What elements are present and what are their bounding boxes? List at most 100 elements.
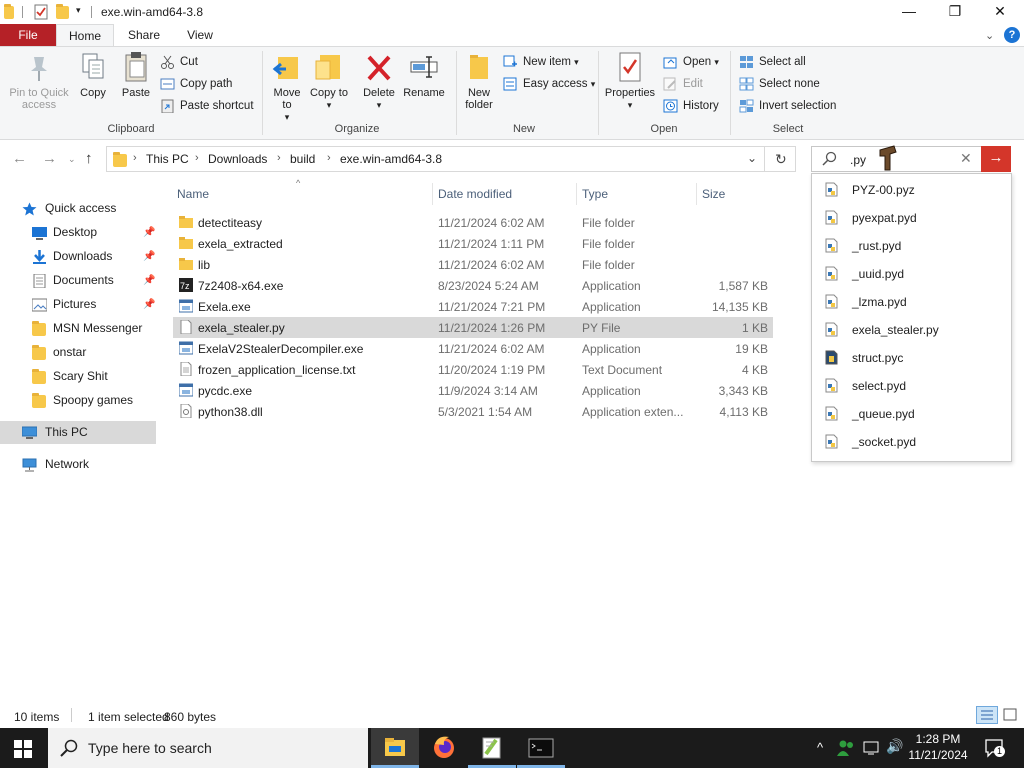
breadcrumb-downloads[interactable]: Downloads — [208, 152, 267, 166]
help-icon[interactable]: ? — [1004, 27, 1020, 43]
search-suggestion-item[interactable]: _socket.pyd — [812, 427, 1011, 455]
clear-search-icon[interactable]: ✕ — [960, 150, 972, 167]
cut-button[interactable]: Cut — [160, 53, 198, 71]
refresh-icon[interactable]: ↻ — [775, 151, 787, 168]
open-button[interactable]: Open ▾ — [663, 53, 719, 71]
breadcrumb-current[interactable]: exe.win-amd64-3.8 — [340, 152, 442, 166]
move-to-button[interactable]: Move to ▾ — [268, 51, 306, 123]
breadcrumb-this-pc[interactable]: This PC — [146, 152, 189, 166]
search-box[interactable]: .py ✕ → — [811, 145, 1011, 172]
close-button[interactable]: ✕ — [977, 0, 1023, 24]
nav-item-scary-shit[interactable]: Scary Shit — [32, 365, 108, 387]
paste-shortcut-button[interactable]: Paste shortcut — [160, 97, 254, 115]
taskbar-terminal[interactable] — [517, 728, 565, 768]
recent-locations-icon[interactable]: ⌄ — [68, 154, 76, 165]
nav-item-msn-messenger[interactable]: MSN Messenger — [32, 317, 142, 339]
delete-button[interactable]: Delete ▾ — [360, 51, 398, 111]
rename-button[interactable]: Rename — [402, 51, 446, 99]
maximize-button[interactable]: ❐ — [932, 0, 978, 24]
copy-path-button[interactable]: Copy path — [160, 75, 232, 93]
nav-quick-access[interactable]: Quick access — [22, 197, 116, 219]
pin-icon[interactable]: 📌 — [143, 275, 155, 286]
forward-icon[interactable]: → — [42, 150, 57, 167]
search-input[interactable]: .py — [850, 153, 866, 167]
taskbar-firefox[interactable] — [420, 728, 468, 768]
tab-view[interactable]: View — [174, 24, 226, 46]
column-header-date[interactable]: Date modified — [438, 187, 512, 201]
collapse-ribbon-icon[interactable]: ⌄ — [985, 29, 994, 42]
edit-button[interactable]: Edit — [663, 75, 703, 93]
pin-icon[interactable]: 📌 — [143, 299, 155, 310]
address-bar[interactable]: › This PC › Downloads › build › exe.win-… — [106, 146, 796, 172]
easy-access-button[interactable]: Easy access ▾ — [503, 75, 595, 93]
breadcrumb-separator-icon[interactable]: › — [133, 152, 137, 164]
pin-quick-access-button[interactable]: Pin to Quick access — [4, 51, 74, 111]
nav-item-pictures[interactable]: Pictures — [31, 293, 96, 315]
nav-item-spoopy-games[interactable]: Spoopy games — [32, 389, 133, 411]
table-row[interactable]: 7z 7z2408-x64.exe 8/23/2024 5:24 AM Applica… — [173, 275, 773, 296]
table-row[interactable]: frozen_application_license.txt 11/20/2024… — [173, 359, 773, 380]
select-none-button[interactable]: Select none — [739, 75, 820, 93]
select-all-button[interactable]: Select all — [739, 53, 806, 71]
search-suggestion-item[interactable]: PYZ-00.pyz — [812, 175, 1011, 203]
taskbar-file-explorer[interactable] — [371, 728, 419, 768]
tab-home[interactable]: Home — [56, 24, 114, 46]
nav-item-onstar[interactable]: onstar — [32, 341, 86, 363]
search-suggestion-item[interactable]: _uuid.pyd — [812, 259, 1011, 287]
nav-network[interactable]: Network — [22, 453, 89, 475]
table-row[interactable]: lib 11/21/2024 6:02 AM File folder — [173, 254, 773, 275]
taskbar-notepadpp[interactable] — [468, 728, 516, 768]
properties-icon[interactable] — [33, 4, 49, 20]
column-header-size[interactable]: Size — [702, 187, 725, 201]
volume-icon[interactable]: 🔊 — [886, 738, 903, 755]
nav-item-desktop[interactable]: Desktop — [32, 221, 97, 243]
customize-toolbar-icon[interactable]: ▾ — [76, 5, 81, 16]
large-icons-view-button[interactable] — [1002, 707, 1020, 726]
table-row[interactable]: python38.dll 5/3/2021 1:54 AM Application … — [173, 401, 773, 422]
start-button[interactable] — [14, 740, 32, 761]
search-suggestion-item[interactable]: struct.pyc — [812, 343, 1011, 371]
table-row[interactable]: Exela.exe 11/21/2024 7:21 PM Application 14… — [173, 296, 773, 317]
table-row[interactable]: ExelaV2StealerDecompiler.exe 11/21/2024 6… — [173, 338, 773, 359]
nav-item-downloads[interactable]: Downloads — [32, 245, 112, 267]
new-folder-button[interactable]: New folder — [460, 51, 498, 111]
search-suggestion-item[interactable]: _lzma.pyd — [812, 287, 1011, 315]
search-go-button[interactable]: → — [981, 146, 1011, 172]
table-row[interactable]: pycdc.exe 11/9/2024 3:14 AM Application 3,3… — [173, 380, 773, 401]
search-suggestion-item[interactable]: _rust.pyd — [812, 231, 1011, 259]
pin-icon[interactable]: 📌 — [143, 251, 155, 262]
new-item-button[interactable]: New item ▾ — [503, 53, 579, 71]
minimize-button[interactable]: — — [886, 0, 932, 24]
tab-share[interactable]: Share — [118, 24, 170, 46]
tab-file[interactable]: File — [0, 24, 56, 46]
breadcrumb-separator-icon[interactable]: › — [195, 152, 199, 164]
search-suggestion-item[interactable]: exela_stealer.py — [812, 315, 1011, 343]
nav-this-pc[interactable]: This PC — [21, 421, 88, 443]
people-icon[interactable] — [836, 739, 856, 760]
taskbar-search-input[interactable]: Type here to search — [88, 740, 212, 756]
new-folder-icon[interactable] — [56, 4, 72, 20]
breadcrumb-build[interactable]: build — [290, 152, 315, 166]
invert-selection-button[interactable]: Invert selection — [739, 97, 836, 115]
nav-item-documents[interactable]: Documents — [32, 269, 114, 291]
up-icon[interactable]: ↑ — [85, 150, 93, 167]
search-suggestion-item[interactable]: _queue.pyd — [812, 399, 1011, 427]
taskbar-clock[interactable]: 1:28 PM 11/21/2024 — [906, 732, 970, 762]
details-view-button[interactable] — [976, 706, 998, 724]
back-icon[interactable]: ← — [12, 150, 27, 167]
copy-to-button[interactable]: Copy to ▾ — [310, 51, 348, 111]
history-button[interactable]: History — [663, 97, 719, 115]
notification-center-button[interactable]: 1 — [984, 738, 1005, 761]
table-row[interactable]: exela_extracted 11/21/2024 1:11 PM File fo… — [173, 233, 773, 254]
network-status-icon[interactable] — [862, 740, 880, 759]
copy-button[interactable]: Copy — [76, 51, 110, 99]
table-row[interactable]: exela_stealer.py 11/21/2024 1:26 PM PY Fil… — [173, 317, 773, 338]
pin-icon[interactable]: 📌 — [143, 227, 155, 238]
column-header-type[interactable]: Type — [582, 187, 608, 201]
show-hidden-icons-icon[interactable]: ^ — [817, 740, 823, 755]
taskbar-search-box[interactable]: Type here to search — [48, 728, 368, 768]
properties-button[interactable]: Properties ▾ — [602, 51, 658, 111]
address-dropdown-icon[interactable]: ⌄ — [747, 151, 757, 165]
breadcrumb-separator-icon[interactable]: › — [277, 152, 281, 164]
table-row[interactable]: detectiteasy 11/21/2024 6:02 AM File folde… — [173, 212, 773, 233]
